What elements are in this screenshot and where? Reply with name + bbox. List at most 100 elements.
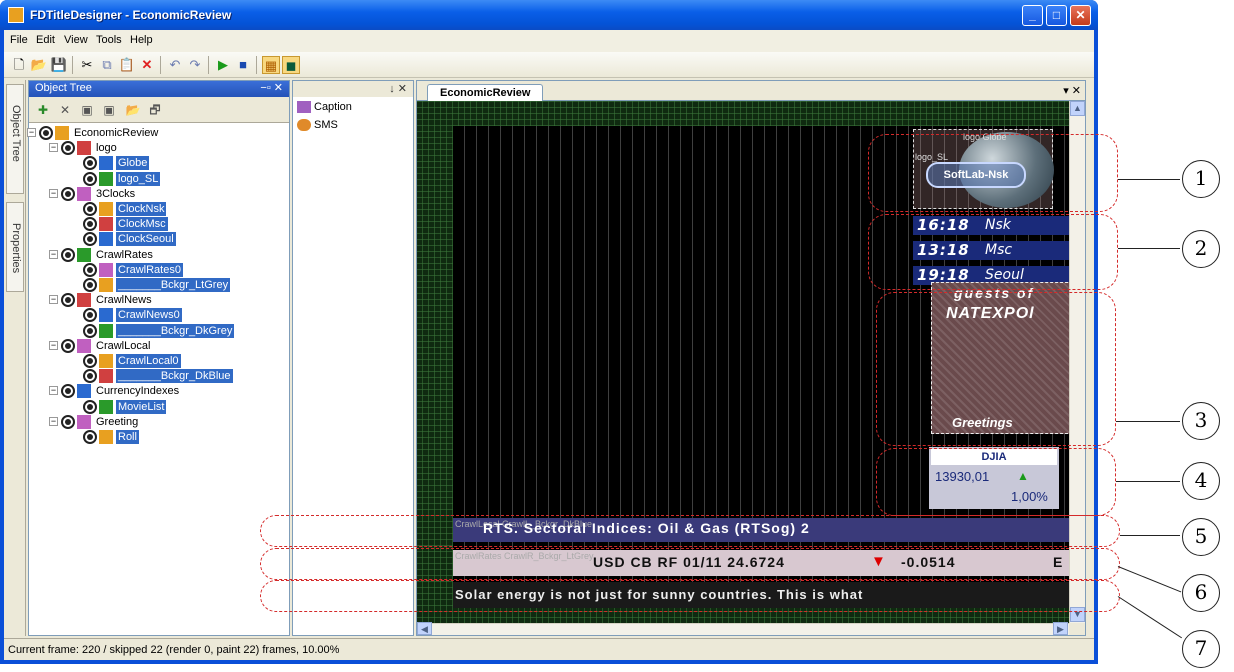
callout-region-5 (260, 515, 1120, 547)
callout-number-3: 3 (1182, 402, 1220, 440)
visibility-eye-icon[interactable] (83, 430, 97, 444)
visibility-eye-icon[interactable] (83, 323, 97, 338)
scroll-up-icon[interactable]: ▲ (1070, 101, 1085, 116)
scroll-left-icon[interactable]: ◀ (417, 622, 432, 635)
callout-number-4: 4 (1182, 462, 1220, 500)
collapse-icon[interactable]: − (49, 386, 58, 396)
horizontal-scrollbar[interactable]: ◀ ▶ (417, 622, 1069, 635)
tree-node-label: CrawlLocal0 (116, 354, 181, 368)
visibility-eye-icon[interactable] (83, 278, 97, 292)
title-bar[interactable]: FDTitleDesigner - EconomicReview _ □ ✕ (0, 0, 1098, 30)
callout-region-1 (868, 134, 1118, 212)
visibility-eye-icon[interactable] (61, 186, 75, 201)
window-title: FDTitleDesigner - EconomicReview (30, 8, 232, 22)
visibility-eye-icon[interactable] (83, 156, 97, 171)
menu-view[interactable]: View (64, 34, 88, 46)
visibility-eye-icon[interactable] (83, 232, 97, 247)
remove-object-icon[interactable]: ✕ (57, 102, 73, 118)
new-file-icon[interactable]: 🗋 (10, 56, 28, 74)
play-icon[interactable]: ▶ (214, 56, 232, 74)
visibility-eye-icon[interactable] (83, 399, 97, 414)
menu-tools[interactable]: Tools (96, 34, 122, 46)
visibility-eye-icon[interactable] (83, 262, 97, 277)
callout-leader-3 (1116, 421, 1180, 422)
object-type-icon (99, 156, 113, 171)
delete-icon[interactable]: ✕ (138, 56, 156, 74)
tree-node-label: MovieList (116, 399, 167, 414)
visibility-eye-icon[interactable] (61, 247, 75, 262)
library-item-caption[interactable]: Caption (297, 101, 352, 117)
collapse-icon[interactable]: − (49, 295, 58, 305)
close-button[interactable]: ✕ (1070, 5, 1091, 26)
callout-region-2 (868, 214, 1118, 290)
callout-number-1: 1 (1182, 160, 1220, 198)
undo-icon[interactable]: ↶ (166, 56, 184, 74)
visibility-eye-icon[interactable] (61, 338, 75, 353)
visibility-eye-icon[interactable] (61, 293, 75, 308)
menu-file[interactable]: File (10, 34, 28, 46)
move-up-icon[interactable]: ▣ (79, 102, 95, 118)
maximize-button[interactable]: □ (1046, 5, 1067, 26)
tab-controls-icon[interactable]: ▾ ✕ (1063, 84, 1081, 97)
paste-icon[interactable]: 📋 (118, 56, 136, 74)
redo-icon[interactable]: ↷ (186, 56, 204, 74)
stop-icon[interactable]: ■ (234, 56, 252, 74)
tree-node-label: ClockNsk (116, 202, 167, 216)
object-type-icon (99, 232, 113, 247)
callout-number-2: 2 (1182, 230, 1220, 268)
open-folder-icon[interactable]: 📂 (30, 56, 48, 74)
safe-area-toggle-icon[interactable]: ◼ (282, 56, 300, 74)
object-type-icon (77, 141, 91, 156)
move-down-icon[interactable]: ▣ (101, 102, 117, 118)
callout-leader-7 (1117, 596, 1183, 639)
object-type-icon (99, 202, 113, 216)
object-type-icon (99, 308, 113, 323)
tree-node-label: CrawlLocal (96, 339, 151, 352)
visibility-eye-icon[interactable] (83, 202, 97, 216)
tree-node-label: CurrencyIndexes (96, 385, 180, 398)
collapse-icon[interactable]: − (49, 188, 58, 198)
object-tree-panel: Object Tree −▫ ✕ ✚ ✕ ▣ ▣ 📂 🗗 − EconomicRe… (27, 80, 290, 636)
collapse-icon[interactable]: − (49, 340, 58, 350)
import-icon[interactable]: 📂 (125, 102, 141, 118)
visibility-eye-icon[interactable] (83, 354, 97, 368)
collapse-icon[interactable]: − (49, 249, 58, 259)
add-object-icon[interactable]: ✚ (35, 102, 51, 118)
export-icon[interactable]: 🗗 (147, 102, 163, 118)
panel-pin-close-icon[interactable]: −▫ ✕ (260, 81, 283, 94)
object-tree-title: Object Tree (35, 82, 92, 94)
status-bar: Current frame: 220 / skipped 22 (render … (4, 638, 1094, 660)
copy-icon[interactable]: ⧉ (98, 56, 116, 74)
visibility-eye-icon[interactable] (83, 308, 97, 323)
visibility-eye-icon[interactable] (61, 414, 75, 429)
object-type-icon (77, 293, 91, 308)
menu-edit[interactable]: Edit (36, 34, 55, 46)
tab-object-tree[interactable]: Object Tree (6, 84, 24, 194)
collapse-icon[interactable]: − (49, 143, 58, 153)
visibility-eye-icon[interactable] (83, 369, 97, 384)
visibility-eye-icon[interactable] (83, 171, 97, 186)
grid-toggle-icon[interactable]: ▦ (262, 56, 280, 74)
save-icon[interactable]: 💾 (50, 56, 68, 74)
panel-pin-close-icon[interactable]: ↓ ✕ (389, 82, 407, 95)
callout-leader-6 (1117, 566, 1182, 593)
menu-help[interactable]: Help (130, 34, 153, 46)
object-type-icon (99, 171, 113, 186)
library-item-sms[interactable]: SMS (297, 119, 338, 135)
callout-leader-1 (1118, 179, 1180, 180)
tab-properties[interactable]: Properties (6, 202, 24, 292)
collapse-icon[interactable]: − (27, 128, 36, 137)
tab-economic-review[interactable]: EconomicReview (427, 84, 544, 101)
tree-node-label: logo (96, 142, 117, 155)
cut-icon[interactable]: ✂ (78, 56, 96, 74)
callout-number-5: 5 (1182, 518, 1220, 556)
minimize-button[interactable]: _ (1022, 5, 1043, 26)
callout-region-4 (876, 448, 1116, 516)
visibility-eye-icon[interactable] (83, 217, 97, 232)
visibility-eye-icon[interactable] (61, 384, 75, 399)
scroll-right-icon[interactable]: ▶ (1053, 622, 1068, 635)
callout-leader-4 (1116, 481, 1180, 482)
visibility-eye-icon[interactable] (61, 141, 75, 156)
collapse-icon[interactable]: − (49, 416, 58, 426)
visibility-eye-icon[interactable] (39, 126, 53, 140)
